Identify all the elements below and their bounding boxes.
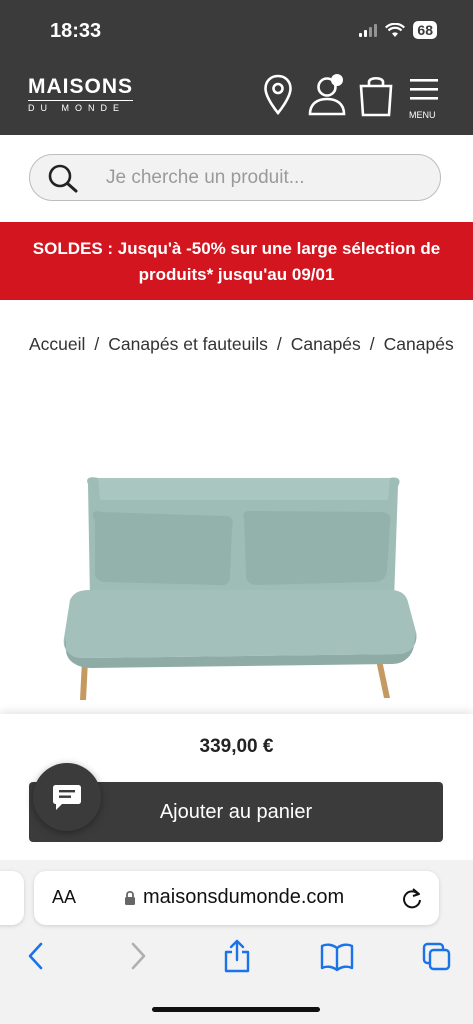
previous-tab-preview[interactable] — [0, 871, 24, 925]
bookmarks-icon[interactable] — [320, 938, 354, 974]
sofa-bed-image[interactable] — [40, 460, 440, 705]
breadcrumb-item-home[interactable]: Accueil — [29, 334, 85, 354]
sale-banner[interactable]: SOLDES : Jusqu'à -50% sur une large séle… — [0, 222, 473, 300]
add-to-cart-label: Ajouter au panier — [159, 800, 313, 823]
cellular-signal-icon — [359, 23, 378, 37]
breadcrumb-item-sofas[interactable]: Canapés — [291, 334, 361, 354]
search-bar[interactable] — [29, 154, 441, 201]
share-icon[interactable] — [222, 938, 252, 974]
search-icon[interactable] — [46, 163, 80, 193]
menu-icon[interactable] — [410, 78, 438, 104]
sale-banner-text: SOLDES : Jusqu'à -50% sur une large séle… — [32, 239, 441, 284]
page-settings-button[interactable]: AA — [52, 887, 76, 908]
account-icon[interactable] — [306, 72, 350, 118]
chat-icon — [53, 785, 81, 810]
search-input[interactable] — [106, 165, 426, 191]
lock-icon — [125, 890, 135, 905]
site-logo[interactable]: MAISONS DU MONDE — [28, 75, 134, 113]
breadcrumb-separator: / — [369, 334, 375, 354]
breadcrumb-separator: / — [94, 334, 100, 354]
breadcrumb-item-sofas-armchairs[interactable]: Canapés et fauteuils — [108, 334, 268, 354]
logo-main-text: MAISONS — [28, 75, 134, 98]
store-locator-icon[interactable] — [262, 72, 294, 118]
product-price: 339,00 € — [199, 736, 274, 757]
chat-button[interactable] — [33, 763, 101, 831]
cart-icon[interactable] — [357, 72, 395, 118]
url-text[interactable]: maisonsdumonde.com — [143, 886, 344, 909]
forward-icon[interactable] — [126, 938, 150, 974]
reload-icon[interactable] — [401, 886, 423, 910]
tabs-icon[interactable] — [421, 938, 453, 974]
breadcrumb-separator: / — [276, 334, 282, 354]
status-icons: 68 — [359, 21, 437, 39]
battery-level: 68 — [413, 21, 437, 39]
home-indicator[interactable] — [152, 1007, 320, 1012]
wifi-icon — [385, 22, 406, 37]
breadcrumb-item-current[interactable]: Canapés — [384, 334, 454, 354]
back-icon[interactable] — [24, 938, 48, 974]
status-time: 18:33 — [50, 20, 102, 42]
logo-sub-text: DU MONDE — [28, 100, 134, 113]
address-bar[interactable]: AA maisonsdumonde.com — [34, 871, 439, 925]
menu-label[interactable]: MENU — [409, 110, 436, 120]
breadcrumb: Accueil / Canapés et fauteuils / Canapés / Can… — [29, 334, 473, 355]
